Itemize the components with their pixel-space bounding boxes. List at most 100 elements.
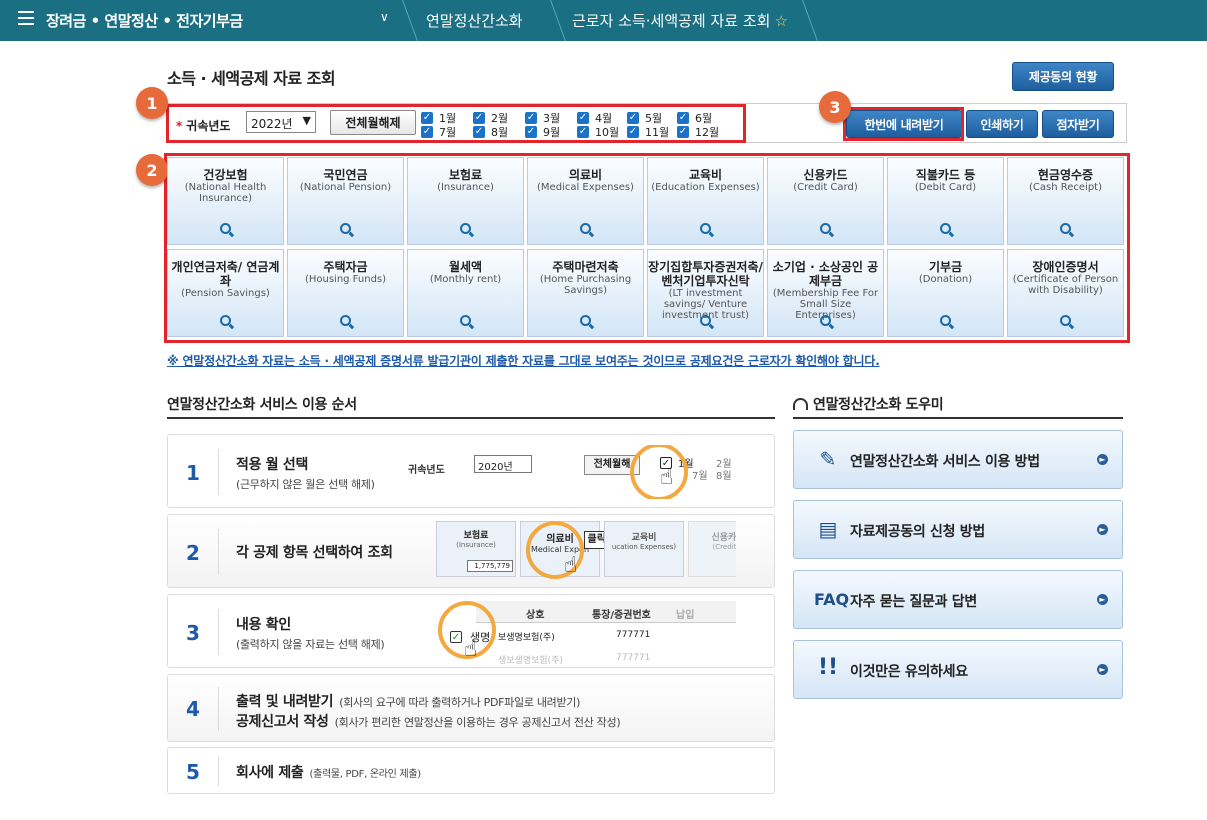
chevron-down-icon[interactable]: ∨ — [380, 10, 389, 24]
illus-year-label: 귀속년도 — [408, 465, 445, 476]
chevron-right-icon: ► — [1097, 454, 1108, 465]
illus-tile-en: (Insurance) — [456, 541, 496, 549]
category-tile[interactable]: 현금영수증 (Cash Receipt) — [1007, 157, 1124, 245]
braille-button[interactable]: 점자받기 — [1042, 110, 1114, 138]
step3-illustration: 상호 통장/증권번호 납입 ✓ 생명 보생명보험(주) 777771 생보생명보… — [436, 599, 736, 665]
category-title: 의료비 — [568, 168, 603, 182]
form-icon: ▤ — [818, 517, 838, 541]
category-tile[interactable]: 보험료 (Insurance) — [407, 157, 524, 245]
category-title: 주택자금 — [323, 260, 368, 274]
category-subtitle: (Insurance) — [437, 182, 494, 193]
illus-col: 통장/증권번호 — [592, 610, 651, 621]
category-tile[interactable]: 신용카드 (Credit Card) — [767, 157, 884, 245]
step-number: 2 — [186, 541, 200, 565]
step-number: 3 — [186, 621, 200, 645]
category-subtitle: (Cash Receipt) — [1029, 182, 1102, 193]
category-tile[interactable]: 기부금 (Donation) — [887, 249, 1004, 337]
step-number: 5 — [186, 760, 200, 784]
step1-illustration: 귀속년도 2020년 전체월해 ✓ 1월 2월 7월 8월 ☝ — [408, 445, 743, 499]
pointer-hand-icon: ☝ — [564, 553, 578, 578]
step-subtitle: (회사가 편리한 연말정산을 이용하는 경우 공제신고서 전산 작성) — [334, 716, 621, 729]
step-title: 각 공제 항목 선택하여 조회 — [236, 545, 393, 561]
helper-title-row: 연말정산간소화 도우미 — [793, 394, 944, 414]
category-subtitle: (Pension Savings) — [181, 288, 270, 299]
category-tile[interactable]: 장기집합투자증권저축/ 벤처기업투자신탁 (LT investment savin… — [647, 249, 764, 337]
illus-row-company: 생보생명보험(주) — [498, 656, 563, 665]
category-subtitle: (Debit Card) — [914, 182, 977, 193]
star-icon[interactable]: ☆ — [774, 12, 787, 30]
search-icon — [939, 223, 951, 234]
category-title: 건강보험 — [203, 168, 248, 182]
category-title: 기부금 — [928, 260, 963, 274]
highlight-box-download — [843, 107, 964, 141]
illus-row-account: 777771 — [616, 630, 651, 640]
illus-tile-insurance: 보험료 (Insurance) 1,775,779 — [436, 521, 516, 577]
section-divider — [167, 417, 775, 419]
page-title: 소득 · 세액공제 자료 조회 — [167, 69, 336, 88]
illus-amount: 1,775,779 — [467, 560, 513, 572]
search-icon — [339, 223, 351, 234]
provider-status-button[interactable]: 제공동의 현황 — [1012, 62, 1114, 91]
step-card-3: 3 내용 확인 (출력하지 않을 자료는 선택 해제) 상호 통장/증권번호 납… — [167, 594, 775, 668]
category-tile[interactable]: 개인연금저축/ 연금계좌 (Pension Savings) — [167, 249, 284, 337]
highlight-circle — [630, 445, 688, 499]
category-title: 소기업 · 소상공인 공제부금 — [772, 260, 879, 288]
step-title: 내용 확인 — [236, 617, 291, 633]
nav-menu-title[interactable]: 장려금 • 연말정산 • 전자기부금 — [46, 10, 243, 31]
step-badge-1: 1 — [136, 87, 168, 119]
category-tile[interactable]: 월세액 (Monthly rent) — [407, 249, 524, 337]
illus-month: 8월 — [716, 471, 732, 482]
category-tile[interactable]: 건강보험 (National Health Insurance) — [167, 157, 284, 245]
category-tile[interactable]: 주택자금 (Housing Funds) — [287, 249, 404, 337]
step-divider — [218, 756, 219, 786]
category-tile[interactable]: 교육비 (Education Expenses) — [647, 157, 764, 245]
chevron-right-icon: ► — [1097, 524, 1108, 535]
helper-usage-guide[interactable]: ✎ 연말정산간소화 서비스 이용 방법 ► — [793, 430, 1123, 489]
helper-label: 자주 묻는 질문과 답변 — [850, 594, 977, 610]
step-subtitle: (출력하지 않을 자료는 선택 해제) — [236, 638, 385, 651]
search-icon — [579, 315, 591, 326]
search-icon — [219, 223, 231, 234]
illus-tile-education: 교육비 ucation Expenses) — [604, 521, 684, 577]
search-icon — [579, 223, 591, 234]
illus-col: 상호 — [526, 610, 545, 621]
search-icon — [819, 223, 831, 234]
step-card-1: 1 적용 월 선택 (근무하지 않은 월은 선택 해제) 귀속년도 2020년 … — [167, 434, 775, 508]
pointer-hand-icon: ☝ — [660, 465, 674, 490]
breadcrumb-year-end[interactable]: 연말정산간소화 — [426, 10, 523, 31]
step-title: 공제신고서 작성 — [236, 714, 329, 730]
helper-caution[interactable]: !! 이것만은 유의하세요 ► — [793, 640, 1123, 699]
print-button[interactable]: 인쇄하기 — [966, 110, 1038, 138]
category-tile[interactable]: 소기업 · 소상공인 공제부금 (Membership Fee For Small… — [767, 249, 884, 337]
category-tile[interactable]: 직불카드 등 (Debit Card) — [887, 157, 1004, 245]
illus-col: 납입 — [676, 610, 695, 621]
category-title: 현금영수증 — [1037, 168, 1094, 182]
illus-row-company: 보생명보험(주) — [498, 633, 555, 643]
category-tile[interactable]: 의료비 (Medical Expenses) — [527, 157, 644, 245]
category-tile[interactable]: 장애인증명서 (Certificate of Person with Disabi… — [1007, 249, 1124, 337]
category-title: 장애인증명서 — [1032, 260, 1099, 274]
breadcrumb-separator — [550, 0, 566, 41]
step-title: 적용 월 선택 — [236, 457, 309, 473]
notice-text[interactable]: ※ 연말정산간소화 자료는 소득 · 세액공제 증명서류 발급기관이 제출한 자… — [167, 352, 880, 369]
helper-consent-guide[interactable]: ▤ 자료제공동의 신청 방법 ► — [793, 500, 1123, 559]
step-card-5: 5 회사에 제출 (출력물, PDF, 온라인 제출) — [167, 747, 775, 794]
category-tile[interactable]: 주택마련저축 (Home Purchasing Savings) — [527, 249, 644, 337]
step-subtitle: (회사의 요구에 따라 출력하거나 PDF파일로 내려받기) — [339, 696, 581, 709]
category-tile[interactable]: 국민연금 (National Pension) — [287, 157, 404, 245]
category-subtitle: (Monthly rent) — [429, 274, 502, 285]
chevron-right-icon: ► — [1097, 594, 1108, 605]
document-pen-icon: ✎ — [819, 447, 837, 471]
category-title: 주택마련저축 — [552, 260, 619, 274]
step-title-line: 출력 및 내려받기 (회사의 요구에 따라 출력하거나 PDF파일로 내려받기) — [236, 691, 580, 711]
illus-tile-title: 교육비 — [631, 533, 657, 543]
category-title: 보험료 — [448, 168, 483, 182]
menu-icon[interactable] — [18, 11, 34, 27]
search-icon — [1059, 315, 1071, 326]
illus-row-account: 777771 — [616, 653, 651, 663]
step-divider — [218, 609, 219, 655]
illus-year-select: 2020년 — [474, 455, 532, 473]
faq-icon: FAQ — [814, 590, 850, 609]
helper-faq[interactable]: FAQ 자주 묻는 질문과 답변 ► — [793, 570, 1123, 629]
search-icon — [699, 223, 711, 234]
